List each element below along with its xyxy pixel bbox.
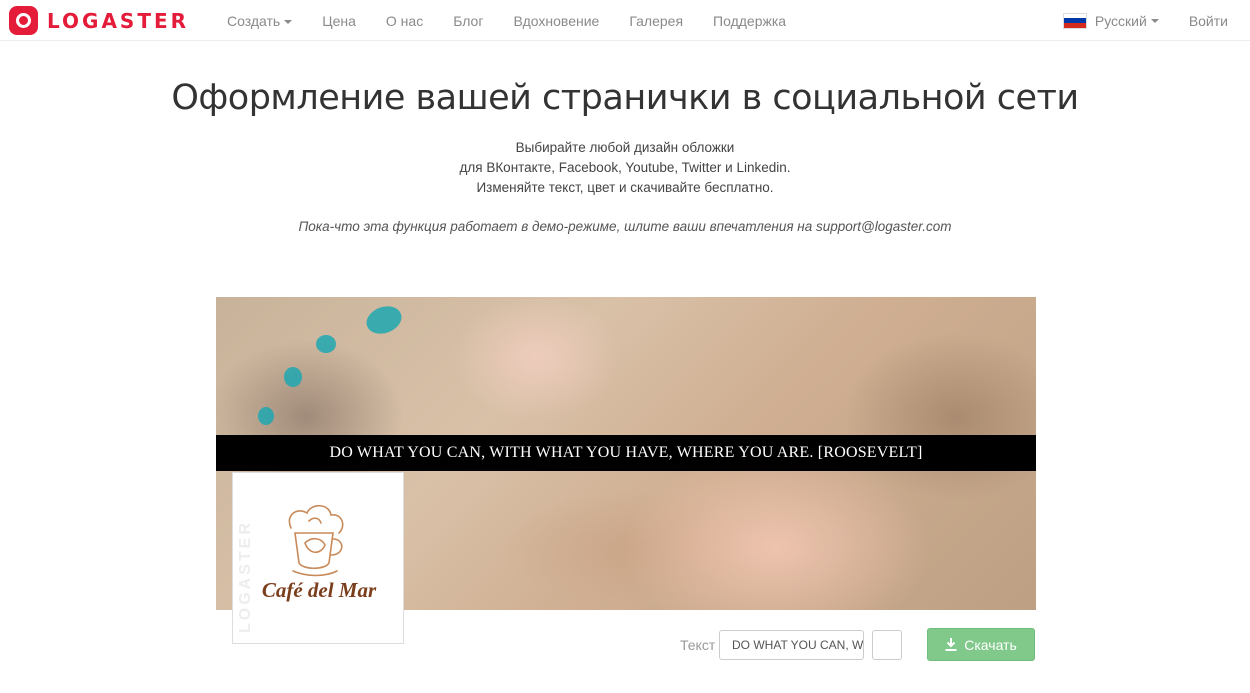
- nav-item-create[interactable]: Создать: [212, 13, 307, 29]
- subtitle-line: для ВКонтакте, Facebook, Youtube, Twitte…: [459, 160, 791, 175]
- nav-item-inspiration[interactable]: Вдохновение: [498, 13, 614, 29]
- page-title: Оформление вашей странички в социальной …: [171, 78, 1079, 118]
- subtitle-line: Изменяйте текст, цвет и скачивайте беспл…: [476, 180, 774, 195]
- toe-nail-decoration: [362, 301, 406, 339]
- toe-nail-decoration: [258, 407, 274, 425]
- download-button[interactable]: Скачать: [927, 628, 1035, 661]
- nav-item-blog[interactable]: Блог: [438, 13, 498, 29]
- language-selector[interactable]: Русский: [1062, 12, 1159, 29]
- caret-down-icon: [1150, 18, 1159, 23]
- russia-flag-icon: [1062, 12, 1087, 29]
- language-label: Русский: [1094, 12, 1147, 29]
- demo-note: Пока-что эта функция работает в демо-реж…: [298, 219, 952, 234]
- login-link[interactable]: Войти: [1189, 13, 1228, 29]
- top-navbar: LOGASTER Создать Цена О нас Блог Вдохнов…: [0, 0, 1250, 41]
- logo[interactable]: LOGASTER: [9, 6, 189, 35]
- main-nav: Создать Цена О нас Блог Вдохновение Гале…: [212, 0, 801, 41]
- cover-text-input[interactable]: DO WHAT YOU CAN, WITH WHAT YOU HAVE, WHE…: [719, 630, 864, 660]
- nav-item-support[interactable]: Поддержка: [698, 13, 801, 29]
- caret-down-icon: [284, 19, 293, 24]
- nav-item-about[interactable]: О нас: [371, 13, 438, 29]
- nav-right: Русский Войти: [1062, 0, 1228, 41]
- nav-item-gallery[interactable]: Галерея: [614, 13, 698, 29]
- text-color-picker[interactable]: [872, 630, 902, 660]
- logo-icon: [9, 6, 38, 35]
- cover-controls: Текст DO WHAT YOU CAN, WITH WHAT YOU HAV…: [0, 628, 1250, 662]
- page-subtitle: Выбирайте любой дизайн обложки для ВКонт…: [0, 138, 1250, 198]
- avatar-preview: LOGASTER Café del Mar: [232, 472, 404, 644]
- logo-text: LOGASTER: [47, 8, 190, 33]
- toe-nail-decoration: [284, 367, 302, 387]
- nav-item-price[interactable]: Цена: [307, 13, 371, 29]
- text-field-label: Текст: [680, 637, 716, 653]
- coffee-cup-icon: [288, 504, 344, 577]
- download-button-label: Скачать: [964, 636, 1017, 653]
- nav-item-create-label: Создать: [227, 12, 281, 29]
- download-icon: [945, 638, 957, 651]
- toe-nail-decoration: [316, 335, 336, 353]
- avatar-brand-text: Café del Mar: [261, 578, 377, 602]
- cover-banner-text: DO WHAT YOU CAN, WITH WHAT YOU HAVE, WHE…: [216, 435, 1036, 471]
- subtitle-line: Выбирайте любой дизайн обложки: [515, 140, 735, 155]
